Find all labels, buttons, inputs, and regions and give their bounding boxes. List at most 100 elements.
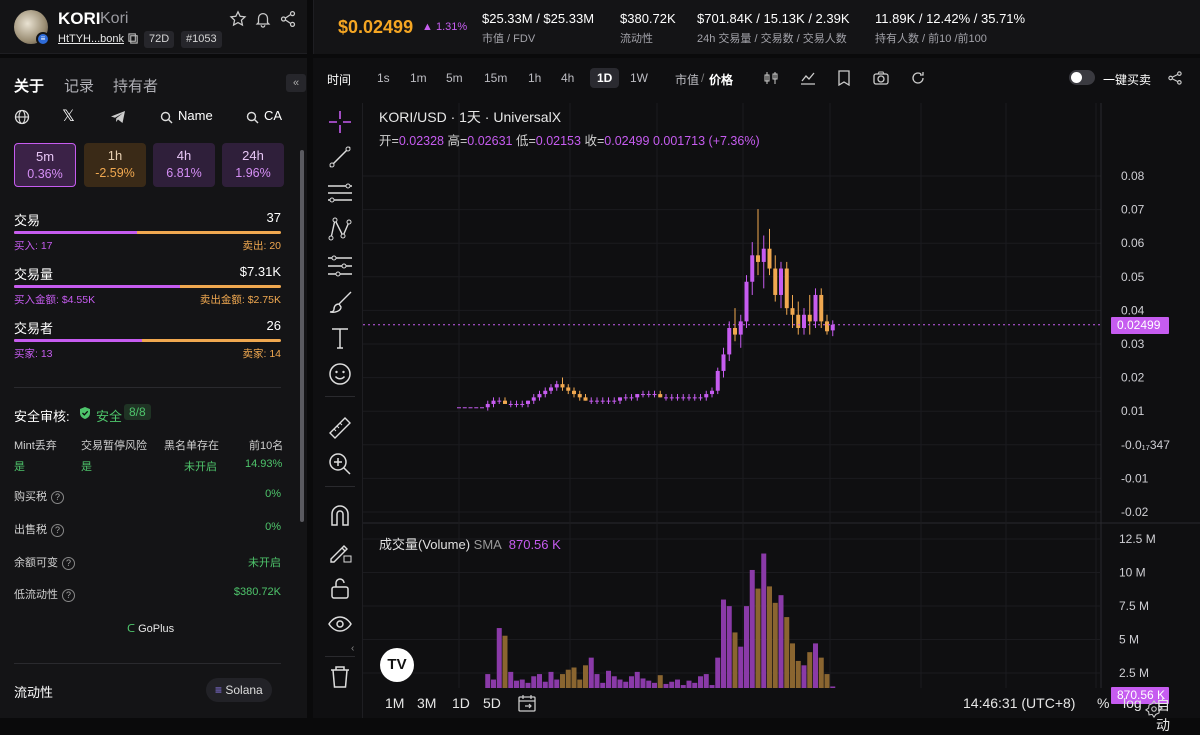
- interval-1h[interactable]: 1h: [528, 71, 541, 85]
- tool-divider: [325, 656, 355, 657]
- unlock-icon[interactable]: [327, 575, 353, 601]
- chain-selector[interactable]: ≡ Solana: [206, 678, 272, 702]
- indicators-icon[interactable]: [800, 70, 816, 86]
- text-icon[interactable]: [327, 325, 353, 351]
- audit-row-value: $380.72K: [233, 586, 281, 598]
- ruler-icon[interactable]: [327, 415, 353, 441]
- candle-body: [543, 390, 548, 395]
- token-address[interactable]: HtTYH...bonk: [58, 33, 124, 45]
- trades-buy: 买入: 17: [14, 240, 53, 252]
- range-5d[interactable]: 5D: [483, 695, 501, 711]
- telegram-icon[interactable]: [110, 110, 126, 124]
- refresh-icon[interactable]: [910, 70, 926, 86]
- range-1d[interactable]: 1D: [452, 695, 470, 711]
- interval-1m[interactable]: 1m: [410, 71, 427, 85]
- interval-15m[interactable]: 15m: [484, 71, 507, 85]
- range-1m[interactable]: 1M: [385, 695, 404, 711]
- interval-4h[interactable]: 4h: [561, 71, 574, 85]
- log-toggle[interactable]: log: [1123, 695, 1142, 711]
- help-icon[interactable]: ?: [51, 490, 64, 504]
- timeframe-24h[interactable]: 24h 1.96%: [222, 143, 284, 187]
- price-axis-label: -0.01: [1121, 471, 1149, 485]
- crosshair-icon[interactable]: [327, 109, 353, 135]
- projection-icon[interactable]: [327, 253, 353, 279]
- tab-records[interactable]: 记录: [64, 75, 94, 96]
- one-click-toggle[interactable]: [1069, 70, 1095, 85]
- help-icon[interactable]: ?: [62, 556, 75, 570]
- timeframe-1h[interactable]: 1h -2.59%: [84, 143, 146, 187]
- price-toggle[interactable]: 价格: [709, 71, 733, 88]
- shield-icon: [80, 407, 90, 419]
- time-label[interactable]: 时间: [327, 71, 351, 88]
- trash-icon[interactable]: [327, 664, 353, 690]
- close-label: 收=: [584, 134, 605, 148]
- timeframe-4h[interactable]: 4h 6.81%: [153, 143, 215, 187]
- volume-axis-label: 7.5 M: [1119, 599, 1149, 613]
- eye-icon[interactable]: [327, 611, 353, 637]
- magnet-icon[interactable]: [327, 503, 353, 529]
- holders-label: 持有人数 / 前10 /前100: [875, 33, 987, 45]
- audit-row-label: 出售税: [14, 524, 47, 536]
- camera-icon[interactable]: [873, 70, 889, 86]
- candle-body: [658, 394, 663, 398]
- date-range-icon[interactable]: [517, 694, 537, 712]
- tradingview-logo[interactable]: TV: [380, 648, 414, 682]
- emoji-icon[interactable]: [327, 361, 353, 387]
- candle-body: [779, 268, 783, 295]
- mcap-toggle[interactable]: 市值: [675, 71, 699, 88]
- candle-style-icon[interactable]: [763, 70, 779, 86]
- copy-icon[interactable]: [128, 33, 139, 44]
- brush-icon[interactable]: [327, 289, 353, 315]
- tab-about[interactable]: 关于: [14, 75, 44, 96]
- volume-bar: [813, 643, 818, 688]
- x-twitter-icon[interactable]: 𝕏: [62, 106, 75, 126]
- help-icon[interactable]: ?: [62, 588, 75, 602]
- globe-icon[interactable]: [14, 109, 30, 125]
- traders-title: 交易者: [14, 321, 54, 336]
- timeframe-5m[interactable]: 5m 0.36%: [14, 143, 76, 187]
- fib-lines-icon[interactable]: [327, 180, 353, 206]
- lock-drawing-icon[interactable]: [327, 539, 353, 565]
- candlestick-chart[interactable]: 0.08 0.07 0.06 0.05 0.04 0.03 0.02 0.01 -0.0₁₇34…: [363, 103, 1200, 688]
- tool-expand-arrow[interactable]: ‹: [351, 643, 354, 654]
- candle-body: [807, 314, 812, 322]
- candle-body: [802, 314, 806, 328]
- search-name-button[interactable]: Name: [178, 108, 213, 123]
- volume-bar: [721, 599, 726, 688]
- interval-1s[interactable]: 1s: [377, 71, 390, 85]
- percent-toggle[interactable]: %: [1097, 695, 1109, 711]
- trend-line-icon[interactable]: [327, 144, 353, 170]
- bell-icon[interactable]: [254, 10, 272, 28]
- search-ca-button[interactable]: CA: [264, 108, 282, 123]
- candle-body: [537, 394, 542, 398]
- star-icon[interactable]: [229, 10, 247, 28]
- auto-toggle[interactable]: 自动: [1156, 695, 1170, 735]
- interval-1d[interactable]: 1D: [590, 68, 620, 88]
- price-axis-label: 0.05: [1121, 270, 1145, 284]
- settings-icon[interactable]: [1168, 71, 1182, 85]
- range-3m[interactable]: 3M: [417, 695, 436, 711]
- interval-5m[interactable]: 5m: [446, 71, 463, 85]
- goplus-provider[interactable]: ᑕ GoPlus: [127, 622, 174, 635]
- pattern-icon[interactable]: [327, 216, 353, 242]
- help-icon[interactable]: ?: [51, 523, 64, 537]
- collapse-panel-button[interactable]: «: [286, 74, 306, 92]
- trades-buy-fill: [14, 231, 137, 234]
- volume-axis-label: 2.5 M: [1119, 666, 1149, 680]
- candle-body: [790, 308, 795, 315]
- bookmark-icon[interactable]: [837, 70, 851, 86]
- tab-holders[interactable]: 持有者: [113, 75, 158, 96]
- interval-1w[interactable]: 1W: [630, 71, 648, 85]
- left-panel-scrollbar[interactable]: [300, 150, 304, 522]
- candle-body: [796, 314, 801, 328]
- liquidity-label: 流动性: [620, 33, 653, 45]
- chart-plot-area[interactable]: 0.08 0.07 0.06 0.05 0.04 0.03 0.02 0.01 -0.0₁₇34…: [363, 103, 1200, 718]
- change-value: 0.001713 (+7.36%): [652, 134, 760, 148]
- token-name: Kori: [100, 10, 129, 27]
- clock[interactable]: 14:46:31 (UTC+8): [963, 695, 1075, 711]
- zoom-in-icon[interactable]: [327, 451, 353, 477]
- volume-bar: [726, 606, 732, 688]
- volume-ratio-bar: [14, 285, 281, 288]
- share-icon[interactable]: [279, 10, 297, 28]
- audit-row-balance: 余额可变?: [14, 554, 75, 570]
